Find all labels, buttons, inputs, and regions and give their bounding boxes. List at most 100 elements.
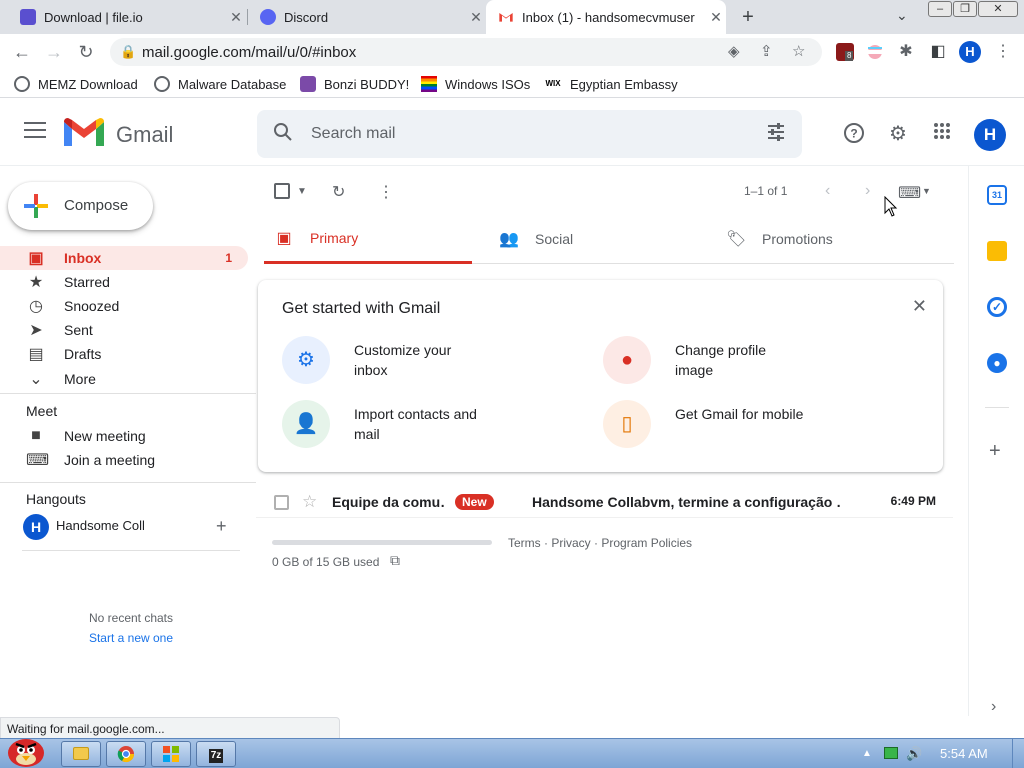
email-checkbox[interactable] (274, 495, 289, 510)
new-tab-button[interactable]: + (736, 6, 760, 29)
7zip-icon[interactable]: 7z (196, 741, 236, 767)
bookmark-star-icon[interactable]: ☆ (792, 42, 805, 60)
main-menu-icon[interactable] (24, 122, 46, 142)
input-tools-chevron-icon[interactable]: ▼ (922, 186, 931, 196)
tab-gmail[interactable]: Inbox (1) - handsomecvmuser ✕ (486, 0, 726, 34)
contacts-icon[interactable]: ● (987, 353, 1007, 373)
tab-promotions[interactable]: 🏷 Promotions (716, 214, 926, 264)
hangouts-user-avatar[interactable]: H (23, 514, 49, 540)
flag-extension-icon[interactable] (866, 43, 884, 61)
taskbar-clock[interactable]: 5:54 AM (940, 746, 988, 761)
get-gmail-mobile-item[interactable]: ▯ Get Gmail for mobile (603, 400, 883, 452)
keep-icon[interactable] (987, 241, 1007, 261)
tab-fileio[interactable]: Download | file.io ✕ (8, 0, 246, 34)
get-started-title: Get started with Gmail (282, 300, 441, 317)
tab-primary[interactable]: ▣ Primary (264, 214, 472, 264)
apps-grid-icon[interactable] (930, 122, 954, 146)
share-icon[interactable]: ⇪ (760, 42, 773, 60)
gmail-logo-text[interactable]: Gmail (116, 122, 173, 148)
volume-tray-icon[interactable]: 🔊 (906, 746, 922, 762)
calendar-icon[interactable]: 31 (987, 185, 1007, 205)
tab-close-icon[interactable]: ✕ (226, 9, 246, 26)
sidebar-item-drafts[interactable]: ▤ Drafts (0, 342, 248, 366)
search-icon[interactable] (273, 122, 293, 148)
email-row[interactable]: ☆ Equipe da comu… New Handsome Collabvm,… (256, 486, 953, 518)
settings-gear-icon[interactable]: ⚙ (886, 122, 910, 146)
show-side-panel-chevron-icon[interactable]: › (991, 698, 996, 716)
search-options-icon[interactable] (766, 122, 786, 148)
compose-button[interactable]: Compose (8, 182, 153, 230)
sidebar-item-snoozed[interactable]: ◷ Snoozed (0, 294, 248, 318)
search-bar[interactable] (257, 110, 802, 158)
program-policies-link[interactable]: Program Policies (601, 536, 692, 550)
show-desktop-button[interactable] (1012, 739, 1024, 768)
back-arrow-icon[interactable]: ← (10, 40, 34, 64)
chrome-icon[interactable] (106, 741, 146, 767)
tab-close-icon[interactable]: ✕ (706, 9, 726, 26)
search-input[interactable] (311, 120, 751, 148)
external-link-icon[interactable]: ⧉ (390, 552, 400, 569)
help-icon[interactable]: ? (842, 122, 866, 146)
bookmark-egyptian-embassy[interactable]: WIX Egyptian Embassy (544, 76, 677, 92)
select-all-checkbox[interactable] (274, 183, 290, 199)
close-icon[interactable]: ✕ (912, 296, 927, 317)
tab-social[interactable]: 👥 Social (489, 214, 699, 264)
compose-label: Compose (64, 197, 129, 214)
sidebar-item-join-meeting[interactable]: ⌨ Join a meeting (0, 448, 248, 472)
input-tools-keyboard-icon[interactable]: ⌨ (898, 183, 921, 203)
browser-profile-avatar[interactable]: H (959, 41, 981, 63)
bookmark-memz[interactable]: MEMZ Download (14, 76, 138, 92)
reload-icon[interactable]: ↻ (74, 40, 98, 64)
sidebar-item-more[interactable]: ⌄ More (0, 367, 248, 391)
sidebar-item-new-meeting[interactable]: ■ New meeting (0, 424, 248, 448)
network-tray-icon[interactable] (884, 747, 898, 759)
get-addons-plus-icon[interactable]: + (989, 440, 1001, 463)
account-avatar[interactable]: H (974, 119, 1006, 151)
bookmark-windows-isos[interactable]: Windows ISOs (421, 76, 530, 92)
kebab-menu-icon[interactable]: ⋮ (994, 43, 1012, 61)
bookmark-label: MEMZ Download (38, 76, 138, 92)
more-options-icon[interactable]: ⋮ (378, 182, 394, 202)
sidebar-item-inbox[interactable]: ▣ Inbox 1 (0, 246, 248, 270)
ublock-extension-icon[interactable]: 8 (836, 43, 854, 61)
change-profile-image-item[interactable]: ● Change profile image (603, 336, 883, 388)
restore-button[interactable]: ❐ (953, 1, 977, 17)
select-dropdown-chevron-icon[interactable]: ▼ (297, 186, 307, 197)
angry-bird-start-icon[interactable] (2, 729, 50, 768)
star-outline-icon[interactable]: ☆ (302, 492, 317, 512)
windows-icon[interactable] (151, 741, 191, 767)
meet-section-title: Meet (26, 403, 58, 419)
tab-discord[interactable]: Discord ✕ (248, 0, 486, 34)
minimize-button[interactable]: – (928, 1, 952, 17)
import-contacts-item[interactable]: 👤 Import contacts and mail (282, 400, 562, 452)
gmail-logo-icon[interactable] (64, 118, 104, 153)
tab-close-icon[interactable]: ✕ (466, 9, 486, 26)
start-new-chat-link[interactable]: Start a new one (0, 631, 262, 645)
tab-search-chevron-icon[interactable]: ⌄ (896, 7, 908, 24)
tab-title: Inbox (1) - handsomecvmuser (522, 9, 695, 25)
close-window-button[interactable]: ✕ (978, 1, 1018, 17)
sidebar-item-starred[interactable]: ★ Starred (0, 270, 248, 294)
tasks-icon[interactable]: ✓ (987, 297, 1007, 317)
terms-link[interactable]: Terms (508, 536, 541, 550)
bookmark-malware-database[interactable]: Malware Database (154, 76, 286, 92)
address-bar[interactable]: 🔒 mail.google.com/mail/u/0/#inbox ◈ ⇪ ☆ (110, 38, 822, 66)
install-app-icon[interactable]: ◈ (728, 42, 740, 60)
refresh-icon[interactable]: ↻ (332, 182, 345, 202)
customize-inbox-item[interactable]: ⚙ Customize your inbox (282, 336, 562, 388)
nav-label: New meeting (64, 428, 146, 444)
hangouts-user-name[interactable]: Handsome Coll (56, 518, 146, 533)
privacy-link[interactable]: Privacy (551, 536, 590, 550)
gmail-favicon-icon (498, 9, 514, 25)
forward-arrow-icon[interactable]: → (42, 40, 66, 64)
sidebar-item-sent[interactable]: ➤ Sent (0, 318, 248, 342)
side-panel-icon[interactable]: ◧ (929, 43, 947, 61)
tray-chevron-icon[interactable]: ▲ (862, 748, 872, 759)
older-chevron-right-icon[interactable]: › (865, 182, 870, 200)
nav-label: Starred (64, 274, 110, 290)
new-chat-plus-icon[interactable]: + (216, 516, 227, 537)
puzzle-extensions-icon[interactable]: ✱ (897, 43, 915, 61)
bookmark-bonzi-buddy[interactable]: Bonzi BUDDY! (300, 76, 409, 92)
explorer-icon[interactable] (61, 741, 101, 767)
newer-chevron-left-icon[interactable]: ‹ (825, 182, 830, 200)
